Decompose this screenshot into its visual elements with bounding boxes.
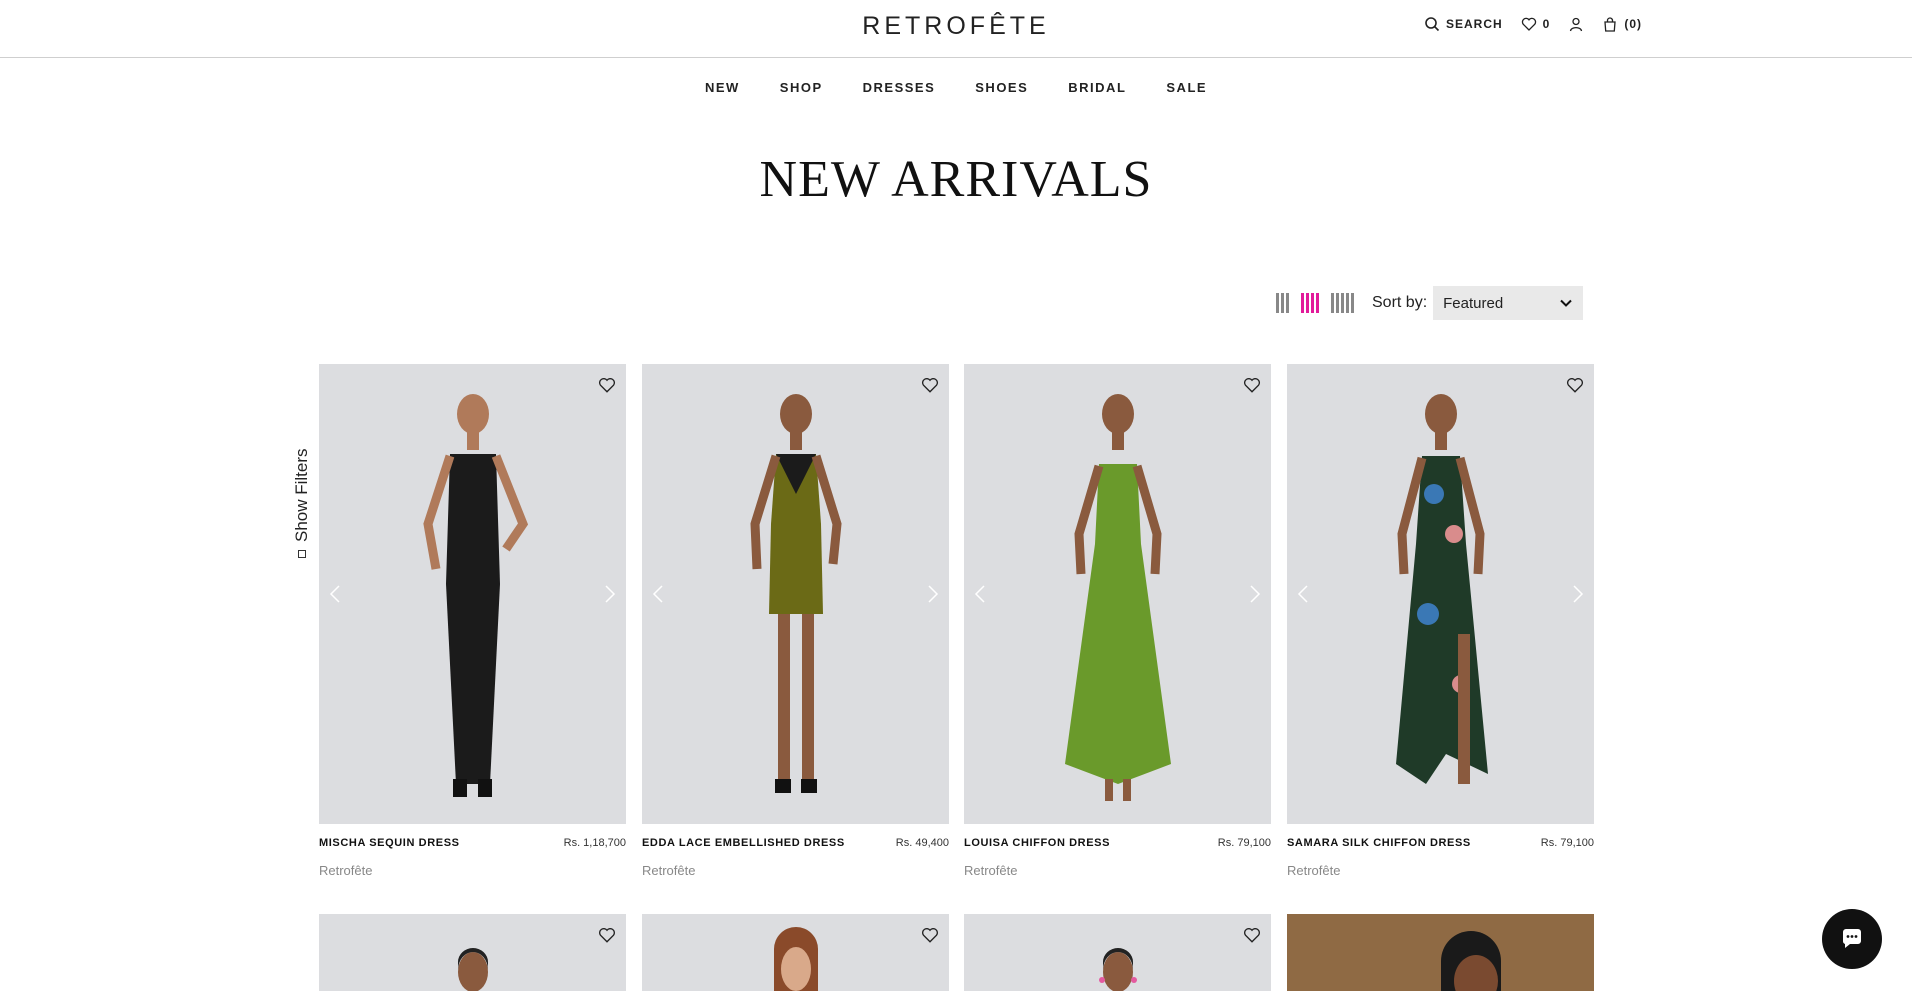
product-price: Rs. 79,100 [1217, 837, 1271, 849]
wishlist-count: 0 [1542, 17, 1551, 31]
product-brand: Retrofête [964, 863, 1018, 878]
heart-icon[interactable] [1243, 376, 1261, 394]
chevron-right-icon[interactable] [925, 582, 941, 606]
chevron-left-icon[interactable] [650, 582, 666, 606]
chevron-left-icon[interactable] [972, 582, 988, 606]
model-figure-icon [1441, 931, 1502, 991]
heart-icon[interactable] [921, 376, 939, 394]
product-image[interactable] [319, 364, 626, 824]
chevron-right-icon[interactable] [1570, 582, 1586, 606]
account-button[interactable] [1568, 16, 1584, 32]
product-card[interactable]: EDDA LACE EMBELLISHED DRESS Rs. 49,400 R… [642, 364, 949, 878]
model-figure-icon [773, 927, 818, 991]
heart-icon [1521, 17, 1536, 31]
product-image[interactable] [964, 914, 1271, 991]
model-figure-icon [457, 948, 488, 991]
model-figure-icon [1395, 394, 1488, 784]
nav-item-bridal[interactable]: BRIDAL [1068, 80, 1126, 95]
product-image[interactable] [1287, 914, 1594, 991]
search-label: SEARCH [1446, 17, 1503, 31]
chat-launcher-button[interactable] [1822, 909, 1882, 969]
chevron-right-icon[interactable] [602, 582, 618, 606]
chevron-right-icon[interactable] [1247, 582, 1263, 606]
cart-count: (0) [1624, 17, 1643, 31]
search-icon [1425, 17, 1440, 32]
product-card[interactable]: MISCHA SEQUIN DRESS Rs. 1,18,700 Retrofê… [319, 364, 626, 878]
product-brand: Retrofête [642, 863, 696, 878]
grid-4-column-icon[interactable] [1301, 293, 1319, 313]
listing-toolbar: Sort by: Featured [1276, 286, 1584, 320]
model-figure-icon [422, 394, 528, 797]
heart-icon[interactable] [598, 926, 616, 944]
product-price: Rs. 1,18,700 [563, 837, 626, 849]
nav-item-dresses[interactable]: DRESSES [863, 80, 936, 95]
product-card[interactable] [642, 914, 949, 991]
grid-3-column-icon[interactable] [1276, 293, 1289, 313]
product-image[interactable] [642, 364, 949, 824]
shopping-bag-icon [1604, 17, 1617, 32]
sort-dropdown[interactable]: Featured [1433, 286, 1584, 320]
product-image[interactable] [642, 914, 949, 991]
search-button[interactable]: SEARCH [1424, 16, 1503, 32]
product-name[interactable]: SAMARA SILK CHIFFON DRESS [1287, 837, 1471, 849]
nav-item-new[interactable]: NEW [705, 80, 740, 95]
cart-button[interactable]: (0) [1602, 16, 1642, 32]
product-name[interactable]: EDDA LACE EMBELLISHED DRESS [642, 837, 845, 849]
filter-box-icon [298, 550, 306, 558]
heart-icon[interactable] [1243, 926, 1261, 944]
model-figure-icon [749, 394, 842, 793]
model-figure-icon [1064, 394, 1171, 801]
product-price: Rs. 49,400 [895, 837, 949, 849]
product-brand: Retrofête [1287, 863, 1341, 878]
product-card[interactable] [319, 914, 626, 991]
chat-bubble-icon [1842, 929, 1861, 948]
wishlist-button[interactable]: 0 [1521, 16, 1551, 32]
chevron-left-icon[interactable] [1295, 582, 1311, 606]
product-name[interactable]: MISCHA SEQUIN DRESS [319, 837, 460, 849]
product-brand: Retrofête [319, 863, 373, 878]
chevron-left-icon[interactable] [327, 582, 343, 606]
nav-item-shoes[interactable]: SHOES [975, 80, 1028, 95]
user-icon [1570, 17, 1583, 32]
top-header: RETROFÊTE SEARCH 0 (0) [0, 0, 1912, 58]
show-filters-label: Show Filters [292, 448, 311, 542]
product-image[interactable] [1287, 364, 1594, 824]
sort-selected-value: Featured [1443, 294, 1504, 312]
product-price: Rs. 79,100 [1540, 837, 1594, 849]
model-figure-icon [1098, 948, 1137, 991]
nav-item-shop[interactable]: SHOP [780, 80, 823, 95]
product-card[interactable] [1287, 914, 1594, 991]
product-image[interactable] [964, 364, 1271, 824]
product-image[interactable] [319, 914, 626, 991]
header-utilities: SEARCH 0 (0) [1424, 16, 1642, 32]
heart-icon[interactable] [598, 376, 616, 394]
product-card[interactable] [964, 914, 1271, 991]
heart-icon[interactable] [921, 926, 939, 944]
product-card[interactable]: LOUISA CHIFFON DRESS Rs. 79,100 Retrofêt… [964, 364, 1271, 878]
grid-5-column-icon[interactable] [1331, 293, 1354, 313]
chevron-down-icon [1560, 299, 1572, 307]
heart-icon[interactable] [1566, 376, 1584, 394]
sort-label: Sort by: [1372, 294, 1428, 311]
page-title: NEW ARRIVALS [759, 151, 1153, 208]
nav-item-sale[interactable]: SALE [1166, 80, 1207, 95]
show-filters-toggle[interactable]: Show Filters [290, 440, 314, 560]
product-card[interactable]: SAMARA SILK CHIFFON DRESS Rs. 79,100 Ret… [1287, 364, 1594, 878]
main-navigation: NEW SHOP DRESSES SHOES BRIDAL SALE [0, 80, 1912, 95]
product-name[interactable]: LOUISA CHIFFON DRESS [964, 837, 1110, 849]
